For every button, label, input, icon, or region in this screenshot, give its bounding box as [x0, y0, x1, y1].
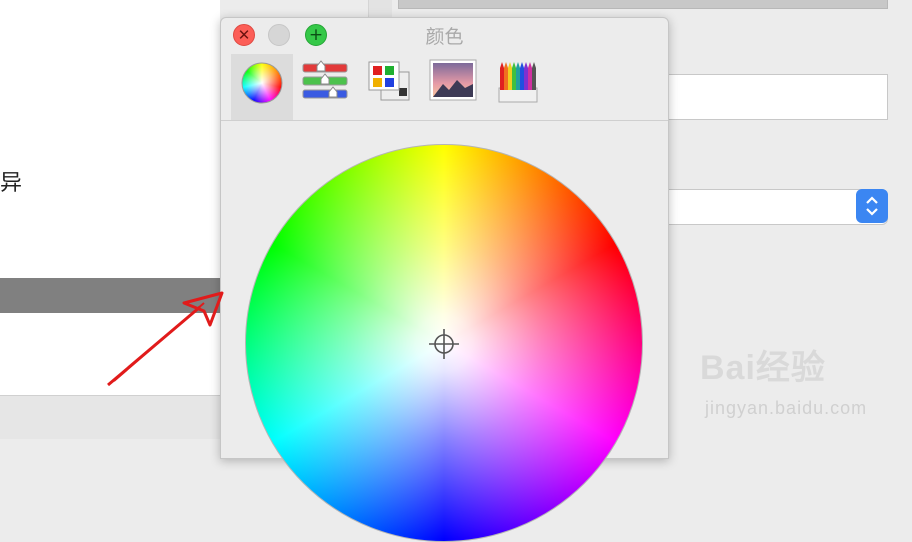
- background-left-footer: [0, 395, 220, 439]
- popup-stepper[interactable]: [856, 189, 888, 223]
- color-wheel-icon: [241, 62, 283, 104]
- color-mode-toolbar: [221, 54, 668, 121]
- tool-color-wheel[interactable]: [231, 54, 293, 120]
- background-text-field[interactable]: [660, 74, 888, 120]
- pencils-icon: [498, 62, 538, 103]
- watermark-url: jingyan.baidu.com: [705, 398, 868, 418]
- window-title: 颜色: [425, 26, 464, 48]
- tool-image-palettes[interactable]: [429, 54, 491, 120]
- watermark-brand: Bai经验: [700, 349, 826, 387]
- background-popup-select[interactable]: [660, 189, 888, 225]
- sliders-icon: [302, 60, 348, 99]
- background-top-field[interactable]: [398, 0, 888, 9]
- crosshair-icon[interactable]: [429, 329, 459, 359]
- color-panel-window: ✕ + 颜色: [220, 17, 669, 542]
- tool-color-sliders[interactable]: [297, 54, 359, 120]
- palette-grid-icon: [368, 61, 410, 101]
- chevron-updown-icon: [866, 196, 878, 216]
- tool-color-palettes[interactable]: [363, 54, 425, 120]
- landscape-image-icon: [429, 59, 477, 101]
- titlebar[interactable]: ✕ + 颜色: [221, 18, 668, 54]
- red-arrow-annotation-icon: [107, 291, 224, 387]
- tool-pencils[interactable]: [495, 54, 557, 120]
- background-label: 异: [0, 171, 23, 196]
- color-wheel-area: [221, 121, 668, 542]
- watermark: Bai经验: [700, 340, 826, 389]
